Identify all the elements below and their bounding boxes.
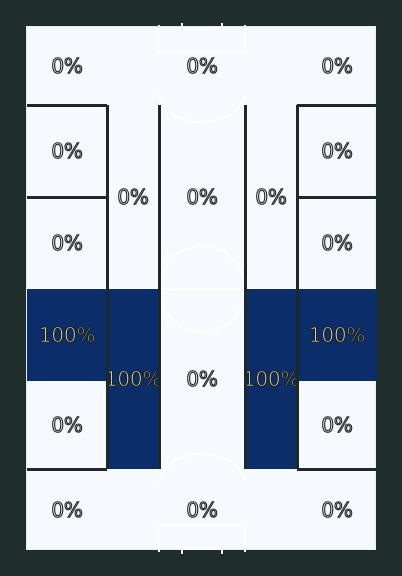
zone-left-bottom: 0% [27,469,107,551]
zone-value-label: 0% [321,230,354,255]
pitch-zone-map: 0% 0% 0% 0% 0% 0% 0% 0% 0% 0% 100% 100% 100% 0% 100% 0%… [0,0,402,576]
zone-left-upper: 0% [27,105,107,197]
zone-left-lower: 0% [27,381,107,469]
zone-divider [297,196,377,199]
zone-value-label: 0% [51,497,84,522]
zone-value-label: 0% [255,184,288,209]
zone-divider [106,105,109,469]
zone-central-top: 0% [159,105,245,289]
zone-divider [296,105,299,469]
zone-right-mid-upper: 0% [297,197,377,289]
zone-right-lower: 0% [297,381,377,469]
zone-central-bottom: 0% [159,289,245,469]
zone-value-label: 0% [186,53,219,78]
zone-right-bottom: 0% [297,469,377,551]
zone-value-label: 100% [242,366,300,391]
zone-value-label: 100% [38,322,96,347]
zone-left-top: 0% [27,27,107,105]
zone-left-mid-upper: 0% [27,197,107,289]
zone-value-label: 0% [117,184,150,209]
zone-divider [158,105,161,469]
zone-value-label: 0% [321,138,354,163]
zone-divider [244,105,247,469]
zone-divider [27,104,107,107]
zone-value-label: 0% [51,138,84,163]
zone-right-mid-lower: 100% [297,289,377,381]
zone-value-label: 100% [104,366,162,391]
zone-halfspace-right-top: 0% [245,105,297,289]
zone-value-label: 0% [51,412,84,437]
zone-center-top: 0% [107,27,297,105]
zone-value-label: 0% [321,412,354,437]
zone-value-label: 100% [308,322,366,347]
zone-value-label: 0% [186,497,219,522]
zone-value-label: 0% [321,53,354,78]
zone-value-label: 0% [51,230,84,255]
zone-halfspace-left-bottom: 100% [104,289,162,469]
zone-value-label: 0% [321,497,354,522]
zone-right-upper: 0% [297,105,377,197]
zone-halfspace-right-bottom: 100% [242,289,300,469]
zone-value-label: 0% [186,184,219,209]
zone-right-top: 0% [297,27,377,105]
zone-value-label: 0% [186,366,219,391]
football-pitch: 0% 0% 0% 0% 0% 0% 0% 0% 0% 0% 100% 100% 100% 0% 100% 0%… [26,23,377,554]
zone-divider [27,196,107,199]
zone-value-label: 0% [51,53,84,78]
zone-center-bottom: 0% [107,469,297,551]
zone-left-mid-lower: 100% [27,289,107,381]
zone-divider [297,104,377,107]
zone-divider [27,468,107,471]
zone-divider [297,468,377,471]
zone-halfspace-left-top: 0% [107,105,159,289]
